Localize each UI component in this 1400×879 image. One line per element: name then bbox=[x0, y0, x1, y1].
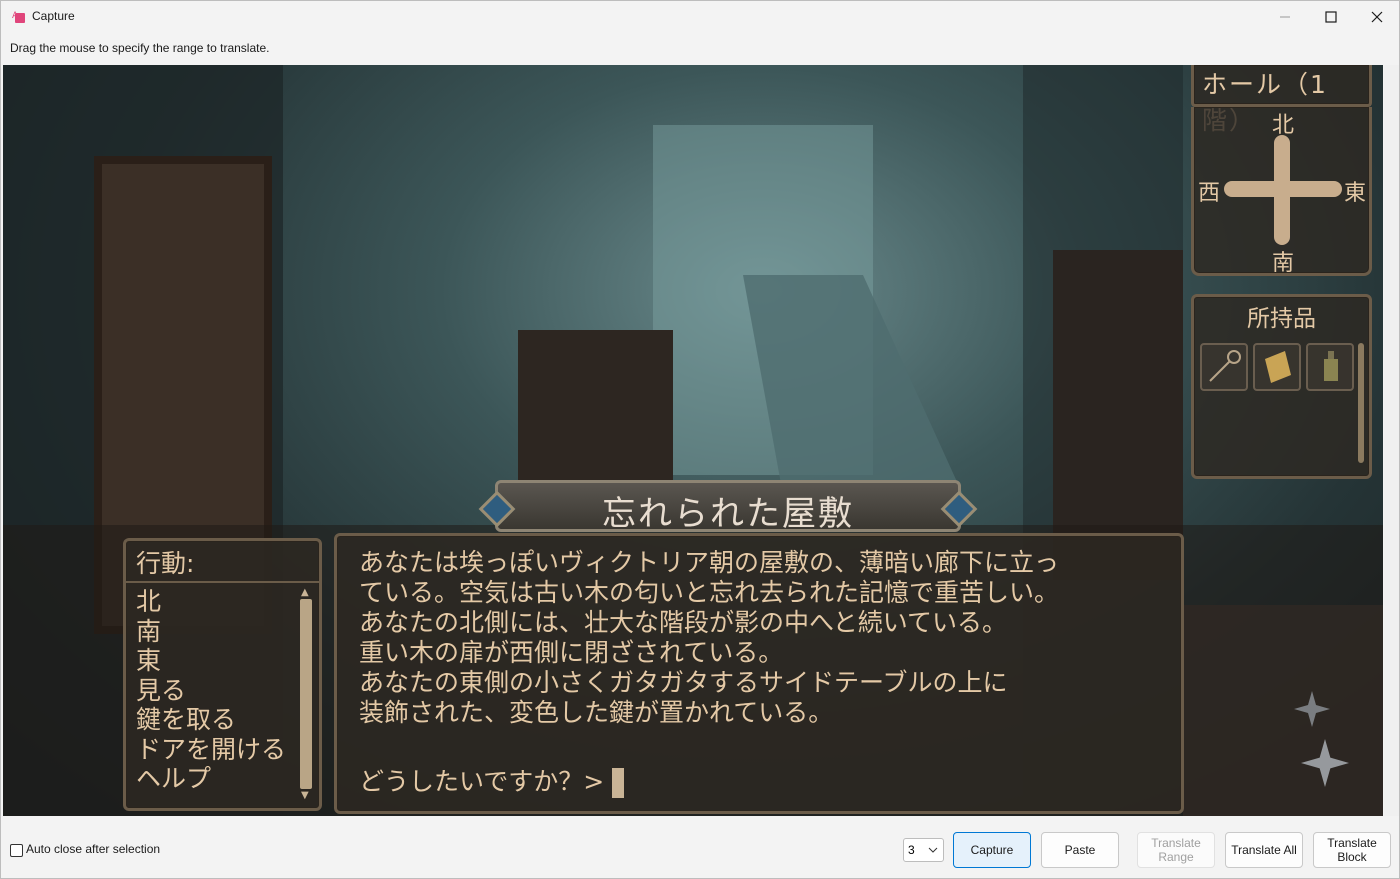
text-cursor bbox=[612, 768, 625, 798]
action-item-take-key[interactable]: 鍵を取る bbox=[136, 705, 301, 735]
svg-text:A: A bbox=[12, 11, 19, 21]
count-select-value: 3 bbox=[908, 843, 915, 857]
actions-title: 行動: bbox=[136, 549, 195, 578]
key-icon bbox=[1209, 350, 1241, 382]
scene-title: 忘れられた屋敷 bbox=[602, 494, 854, 534]
minimize-button[interactable] bbox=[1262, 1, 1308, 32]
inventory-scrollbar[interactable] bbox=[1358, 343, 1364, 463]
action-item-south[interactable]: 南 bbox=[136, 617, 301, 647]
action-list: 北 南 東 見る 鍵を取る ドアを開ける ヘルプ bbox=[136, 587, 301, 794]
actions-header: 行動: bbox=[126, 541, 319, 583]
instruction-text: Drag the mouse to specify the range to t… bbox=[10, 41, 270, 55]
action-item-open-door[interactable]: ドアを開ける bbox=[136, 735, 301, 765]
command-prompt[interactable]: どうしたいですか？> bbox=[359, 762, 625, 798]
chevron-down-icon bbox=[928, 847, 938, 853]
inventory-title: 所持品 bbox=[1247, 306, 1316, 332]
story-text: あなたは埃っぽいヴィクトリア朝の屋敷の、薄暗い廊下に立っ ている。空気は古い木の… bbox=[359, 548, 1060, 727]
inventory-panel: 所持品 bbox=[1191, 294, 1372, 479]
scroll-up-icon[interactable]: ▲ bbox=[301, 587, 309, 598]
capture-button[interactable]: Capture bbox=[953, 832, 1031, 868]
compass-west: 西 bbox=[1198, 181, 1221, 206]
paste-button[interactable]: Paste bbox=[1041, 832, 1119, 868]
vertical-scrollbar[interactable] bbox=[1384, 65, 1399, 816]
count-select[interactable]: 3 bbox=[903, 838, 944, 862]
close-button[interactable] bbox=[1354, 1, 1400, 32]
app-icon: A bbox=[12, 11, 25, 23]
prompt-text: どうしたいですか？> bbox=[359, 767, 605, 796]
compass-south: 南 bbox=[1272, 251, 1295, 276]
inventory-slot-scroll[interactable] bbox=[1253, 343, 1301, 391]
inventory-slot-key[interactable] bbox=[1200, 343, 1248, 391]
capture-window: A Capture Drag the mouse to specify the … bbox=[0, 0, 1400, 879]
auto-close-checkbox[interactable] bbox=[10, 844, 23, 857]
translate-range-button[interactable]: Translate Range bbox=[1137, 832, 1215, 868]
action-item-look[interactable]: 見る bbox=[136, 676, 301, 706]
window-title: Capture bbox=[32, 9, 75, 23]
auto-close-label: Auto close after selection bbox=[26, 842, 161, 856]
location-panel: ホール（1階） bbox=[1191, 65, 1372, 135]
story-panel: あなたは埃っぽいヴィクトリア朝の屋敷の、薄暗い廊下に立っ ている。空気は古い木の… bbox=[334, 533, 1184, 814]
actions-panel: 行動: 北 南 東 見る 鍵を取る ドアを開ける ヘルプ ▲ ▼ bbox=[123, 538, 322, 811]
bottom-toolbar: Auto close after selection 3 Capture Pas… bbox=[1, 819, 1399, 879]
scroll-down-icon[interactable]: ▼ bbox=[301, 790, 309, 801]
bottle-icon bbox=[1324, 351, 1338, 381]
maximize-icon bbox=[1325, 10, 1337, 23]
maximize-button[interactable] bbox=[1308, 1, 1354, 32]
minimize-icon bbox=[1280, 16, 1290, 17]
sparkle-icon bbox=[1294, 691, 1330, 727]
scene-title-banner: 忘れられた屋敷 bbox=[478, 480, 978, 534]
title-bar: A Capture bbox=[1, 1, 1399, 32]
translate-all-button[interactable]: Translate All bbox=[1225, 832, 1303, 868]
compass-cross-vertical bbox=[1274, 135, 1290, 245]
inventory-slot-bottle[interactable] bbox=[1306, 343, 1354, 391]
action-item-help[interactable]: ヘルプ bbox=[136, 764, 301, 794]
scroll-icon bbox=[1265, 351, 1291, 383]
actions-scrollbar[interactable] bbox=[300, 599, 312, 789]
translate-block-button[interactable]: Translate Block bbox=[1313, 832, 1391, 868]
compass-east: 東 bbox=[1344, 181, 1367, 206]
action-item-north[interactable]: 北 bbox=[136, 587, 301, 617]
compass-panel: 北 西 東 南 bbox=[1191, 107, 1372, 276]
compass-north: 北 bbox=[1272, 113, 1295, 138]
close-icon bbox=[1371, 11, 1383, 22]
sparkle-large-icon bbox=[1301, 739, 1349, 787]
action-item-east[interactable]: 東 bbox=[136, 646, 301, 676]
